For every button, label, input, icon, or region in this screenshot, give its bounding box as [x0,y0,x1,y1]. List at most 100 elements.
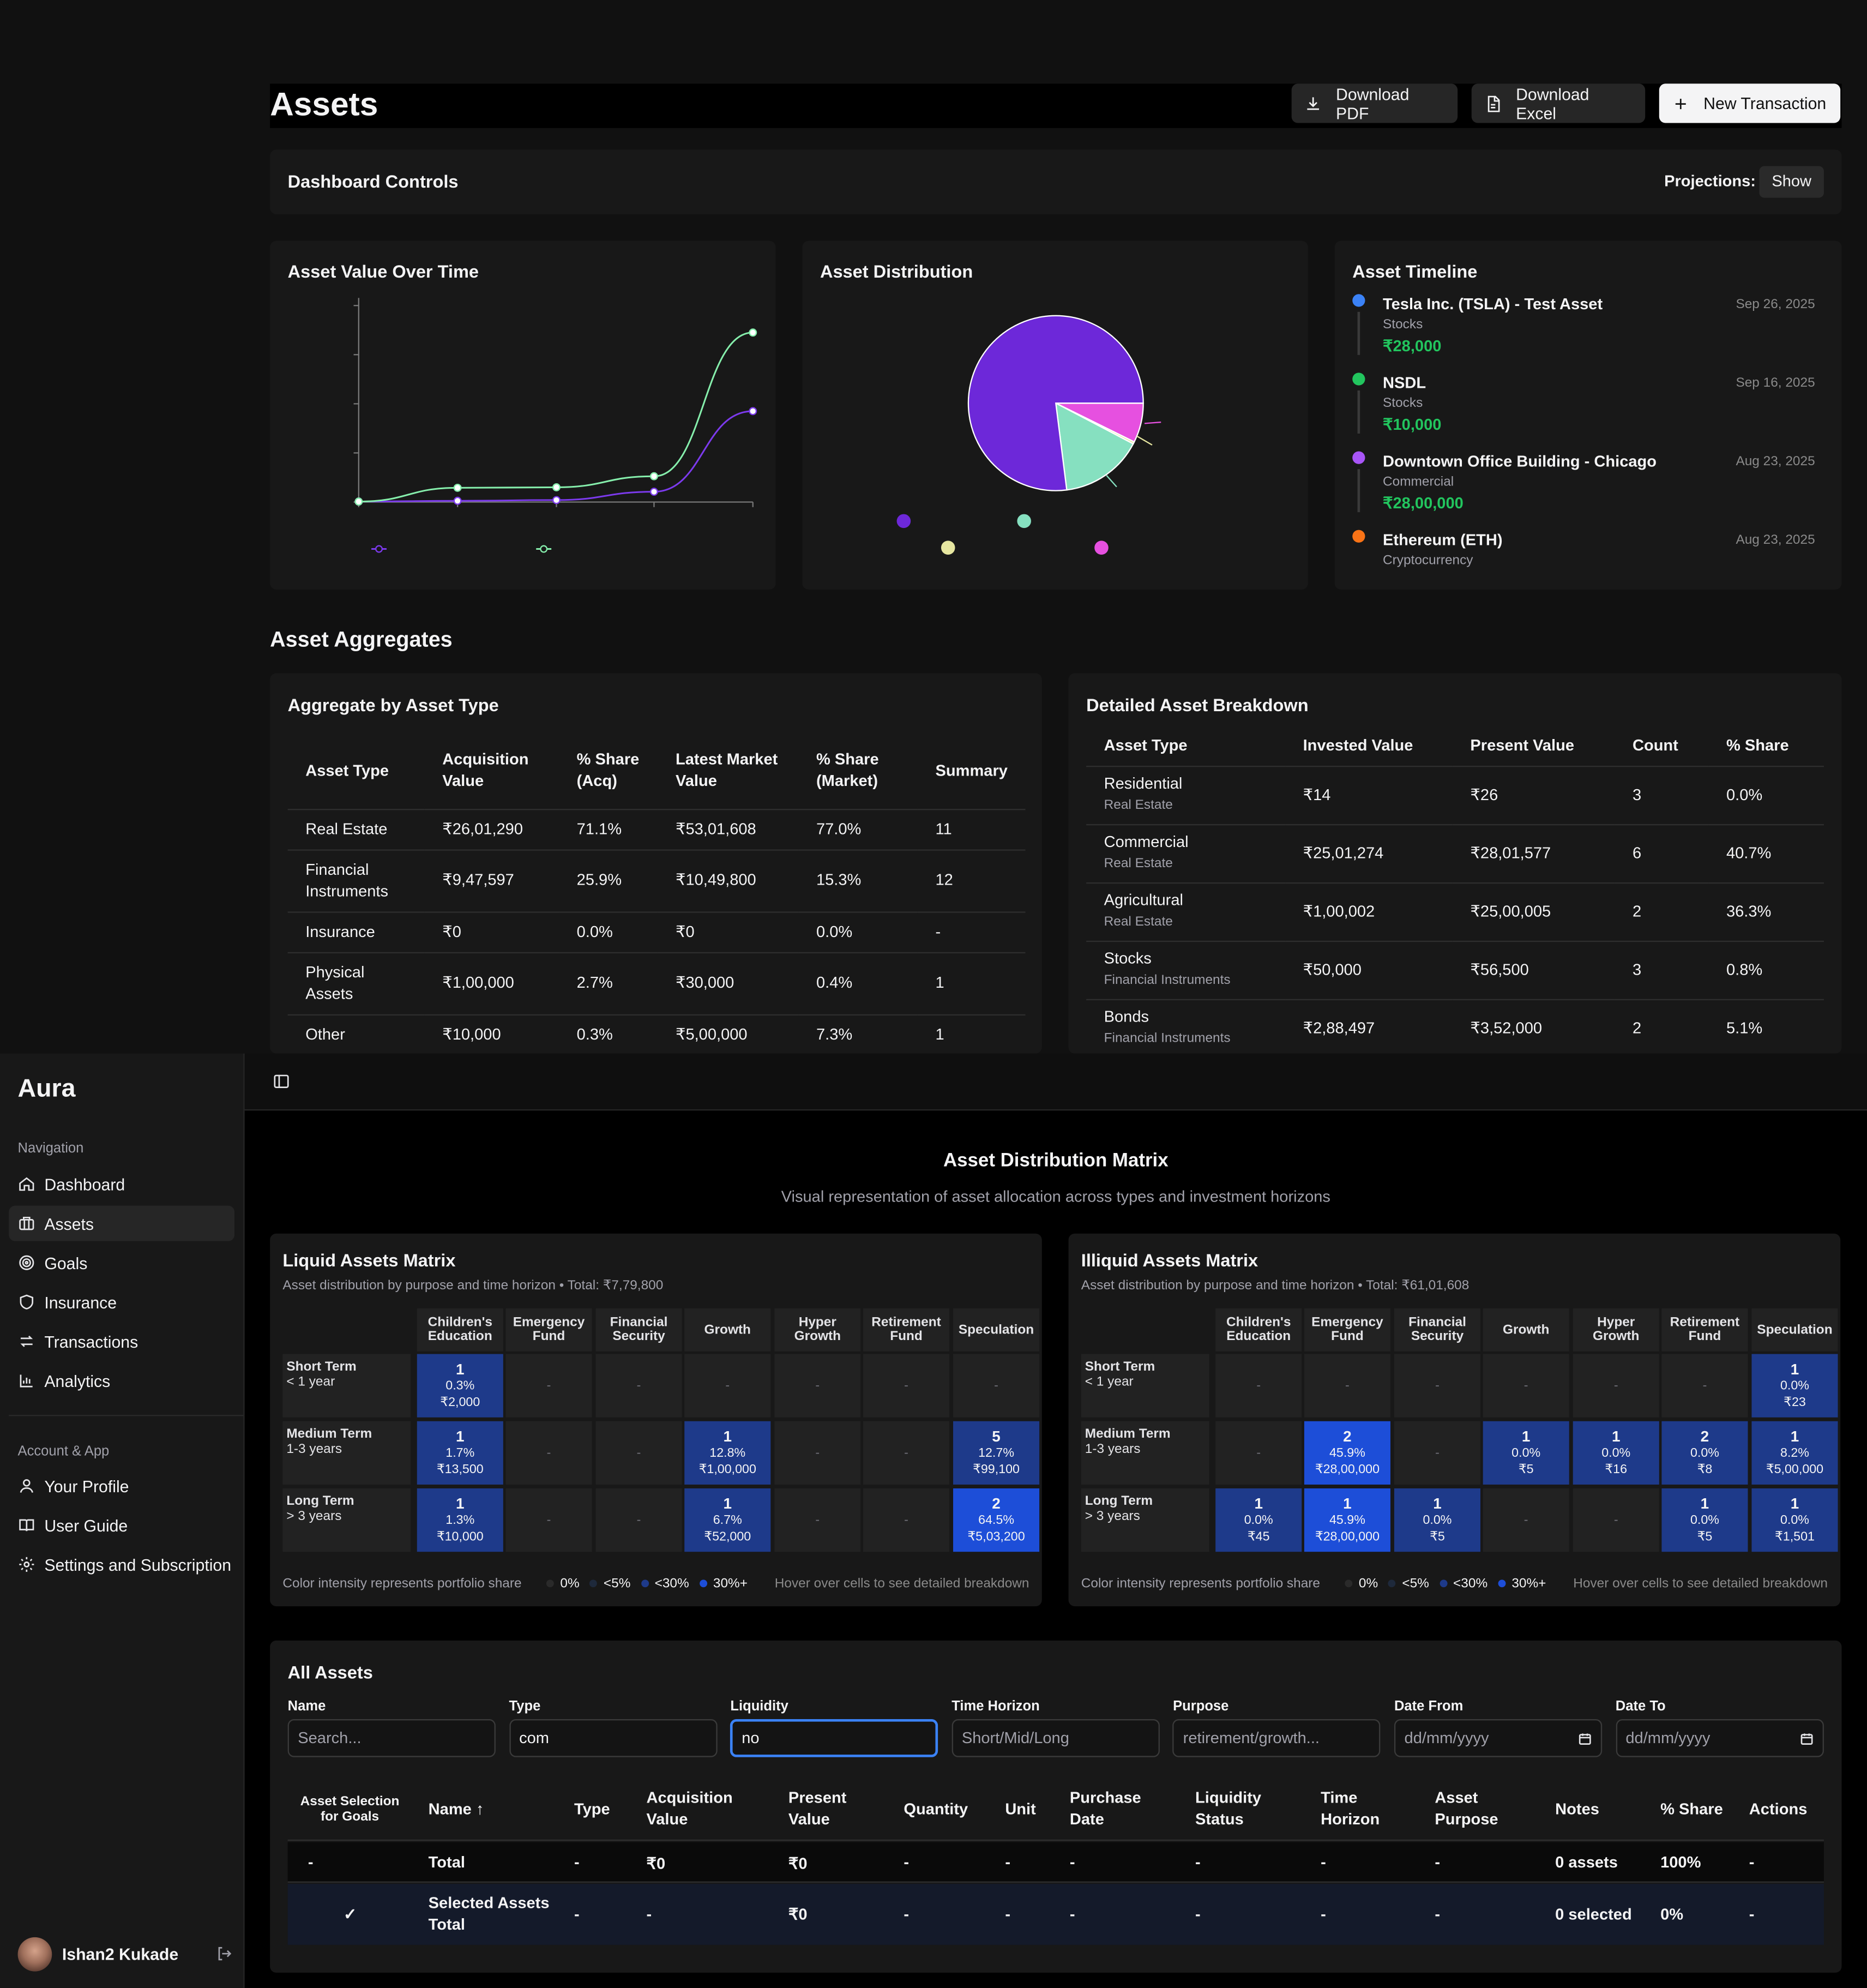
col-header[interactable]: Name ↑ [429,1777,555,1841]
sidebar-item-settings-and-subscription[interactable]: Settings and Subscription [9,1547,234,1582]
col-d-invested[interactable]: Invested Value [1285,726,1453,766]
matrix-cell[interactable]: 1 0.0% ₹23 [1751,1354,1838,1418]
matrix-cell[interactable]: - [774,1488,861,1552]
matrix-cell[interactable]: 1 0.0% ₹5 [1483,1421,1569,1485]
aggregate-row[interactable]: Insurance ₹0 0.0% ₹0 0.0% - [287,911,1026,952]
sidebar-item-goals[interactable]: Goals [9,1245,234,1281]
matrix-cell[interactable]: 1 8.2% ₹5,00,000 [1751,1421,1838,1485]
col-d-asset-type[interactable]: Asset Type [1086,726,1285,766]
logout-icon[interactable] [215,1945,233,1963]
matrix-cell[interactable]: - [1394,1354,1481,1418]
col-header[interactable]: Actions [1749,1777,1825,1841]
detailed-row[interactable]: Bonds Financial Instruments ₹2,88,497 ₹3,52… [1086,998,1824,1054]
matrix-cell[interactable]: 1 0.0% ₹5 [1394,1488,1481,1552]
matrix-cell[interactable]: 2 0.0% ₹8 [1661,1421,1748,1485]
filter-date-from-input[interactable]: dd/mm/yyyy [1394,1719,1603,1757]
calendar-icon[interactable] [1799,1731,1814,1745]
matrix-cell[interactable]: 1 6.7% ₹52,000 [684,1488,771,1552]
matrix-cell[interactable]: 2 64.5% ₹5,03,200 [953,1488,1040,1552]
matrix-cell[interactable]: - [595,1421,682,1485]
col-d-present[interactable]: Present Value [1453,726,1615,766]
sidebar-toggle-icon[interactable] [273,1073,291,1091]
projections-show-button[interactable]: Show [1759,166,1824,198]
col-header[interactable]: Notes [1555,1777,1644,1841]
filter-purpose-input[interactable]: retirement/growth... [1173,1719,1381,1757]
matrix-cell[interactable]: - [595,1354,682,1418]
detailed-row[interactable]: Stocks Financial Instruments ₹50,000 ₹56,50… [1086,940,1824,999]
calendar-icon[interactable] [1578,1731,1592,1745]
matrix-cell[interactable]: - [953,1354,1040,1418]
sidebar-item-your-profile[interactable]: Your Profile [9,1468,234,1504]
detailed-row[interactable]: Agricultural Real Estate ₹1,00,002 ₹25,00,0… [1086,881,1824,941]
matrix-cell[interactable]: 1 1.3% ₹10,000 [417,1488,503,1552]
matrix-cell[interactable]: 1 0.0% ₹1,501 [1751,1488,1838,1552]
download-excel-button[interactable]: Download Excel [1471,83,1646,123]
download-pdf-button[interactable]: Download PDF [1291,83,1458,123]
matrix-cell[interactable]: 1 45.9% ₹28,00,000 [1304,1488,1390,1552]
matrix-cell[interactable]: - [1215,1354,1302,1418]
col-header[interactable]: Time Horizon [1321,1777,1410,1841]
matrix-cell[interactable]: - [1483,1354,1569,1418]
col-asset-type[interactable]: Asset Type [288,734,425,809]
matrix-cell[interactable]: - [863,1421,950,1485]
app-name[interactable]: Aura [18,1075,76,1104]
col-summary[interactable]: Summary [918,734,1026,809]
filter-type-input[interactable]: com [509,1719,717,1757]
col-header[interactable]: Asset Purpose [1435,1777,1536,1841]
col-header[interactable]: Asset Selection for Goals [296,1777,405,1841]
col-header[interactable]: % Share [1660,1777,1736,1841]
matrix-cell[interactable]: 2 45.9% ₹28,00,000 [1304,1421,1390,1485]
timeline-asset-name[interactable]: Downtown Office Building - Chicago [1383,453,1657,471]
sidebar-item-dashboard[interactable]: Dashboard [9,1167,234,1202]
matrix-cell[interactable]: - [1573,1488,1659,1552]
matrix-cell[interactable]: - [774,1421,861,1485]
matrix-cell[interactable]: - [505,1421,592,1485]
sidebar-item-user-guide[interactable]: User Guide [9,1507,234,1543]
matrix-cell[interactable]: - [863,1488,950,1552]
timeline-asset-name[interactable]: Ethereum (ETH) [1383,531,1503,549]
col-d-share[interactable]: % Share [1708,726,1824,766]
filter-date-to-input[interactable]: dd/mm/yyyy [1615,1719,1824,1757]
matrix-cell[interactable]: - [774,1354,861,1418]
matrix-cell[interactable]: 1 1.7% ₹13,500 [417,1421,503,1485]
aggregate-row[interactable]: Physical Assets ₹1,00,000 2.7% ₹30,000 0.4% 1 [287,951,1026,1014]
sidebar-item-analytics[interactable]: Analytics [9,1363,234,1398]
col-acquisition-value[interactable]: Acquisition Value [425,734,559,809]
col-header[interactable]: Acquisition Value [646,1777,760,1841]
matrix-cell[interactable]: 1 0.0% ₹5 [1661,1488,1748,1552]
matrix-cell[interactable]: 5 12.7% ₹99,100 [953,1421,1040,1485]
matrix-cell[interactable]: 1 0.0% ₹16 [1573,1421,1659,1485]
matrix-cell[interactable]: 1 12.8% ₹1,00,000 [684,1421,771,1485]
col-share-acq[interactable]: % Share (Acq) [559,734,658,809]
filter-liquidity-input[interactable]: no [730,1719,938,1757]
matrix-cell[interactable]: - [505,1354,592,1418]
col-d-count[interactable]: Count [1615,726,1708,766]
filter-name-input[interactable]: Search... [287,1719,496,1757]
matrix-cell[interactable]: - [1661,1354,1748,1418]
matrix-cell[interactable]: - [1573,1354,1659,1418]
filter-time-horizon-input[interactable]: Short/Mid/Long [951,1719,1160,1757]
col-latest-market[interactable]: Latest Market Value [658,734,798,809]
detailed-row[interactable]: Commercial Real Estate ₹25,01,274 ₹28,01,57… [1086,823,1824,882]
sidebar-item-assets[interactable]: Assets [9,1205,235,1241]
col-header[interactable]: Present Value [788,1777,890,1841]
detailed-row[interactable]: Residential Real Estate ₹14 ₹26 3 0.0% [1086,765,1824,824]
matrix-cell[interactable]: - [595,1488,682,1552]
matrix-cell[interactable]: - [1394,1421,1481,1485]
aggregate-row[interactable]: Financial Instruments ₹9,47,597 25.9% ₹10,4… [287,849,1026,912]
matrix-cell[interactable]: - [1483,1488,1569,1552]
matrix-cell[interactable]: 1 0.3% ₹2,000 [417,1354,503,1418]
col-share-market[interactable]: % Share (Market) [798,734,918,809]
new-transaction-button[interactable]: New Transaction [1659,83,1841,123]
user-menu[interactable]: Ishan2 Kukade [17,1936,233,1972]
aggregate-row[interactable]: Real Estate ₹26,01,290 71.1% ₹53,01,608 77.0… [287,808,1026,850]
matrix-cell[interactable]: - [863,1354,950,1418]
sidebar-item-insurance[interactable]: Insurance [9,1284,234,1320]
col-header[interactable]: Unit [1005,1777,1056,1841]
aggregate-row[interactable]: Other ₹10,000 0.3% ₹5,00,000 7.3% 1 [287,1013,1026,1054]
matrix-cell[interactable]: - [1215,1421,1302,1485]
sidebar-item-transactions[interactable]: Transactions [9,1324,234,1359]
timeline-asset-name[interactable]: NSDL [1383,374,1426,392]
matrix-cell[interactable]: 1 0.0% ₹45 [1215,1488,1302,1552]
matrix-cell[interactable]: - [505,1488,592,1552]
